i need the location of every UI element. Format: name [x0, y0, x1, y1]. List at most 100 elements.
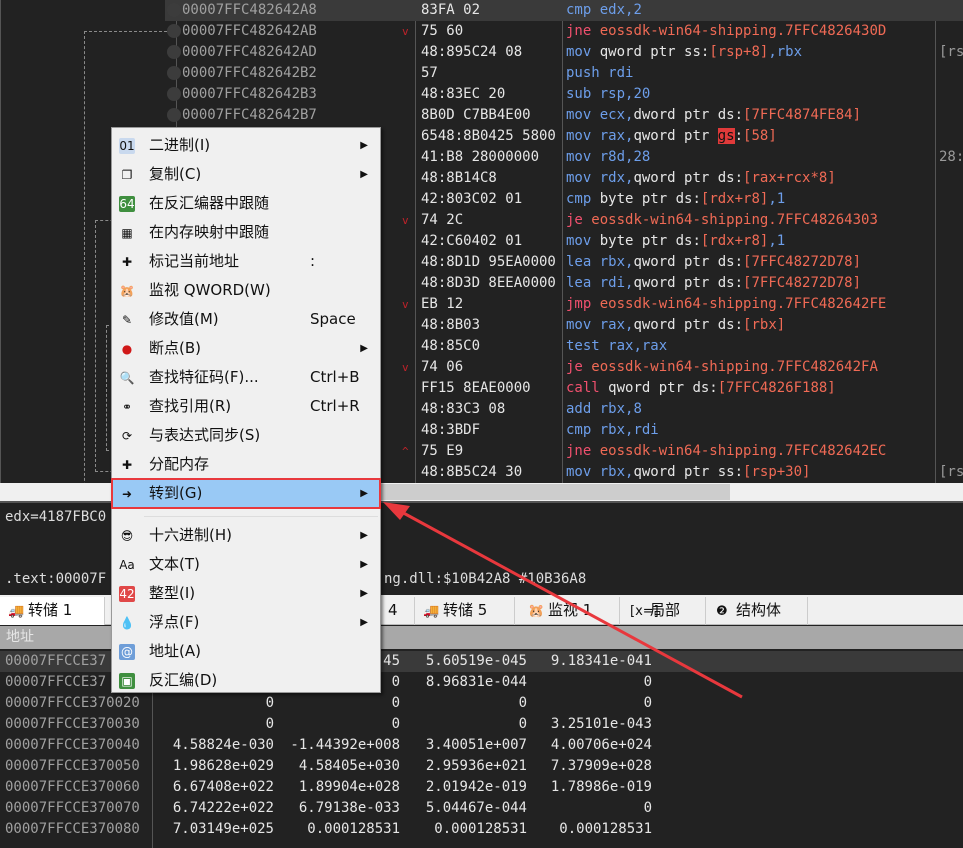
menu-item-4[interactable]: ✚ 标记当前地址:	[112, 247, 380, 276]
tab-dump-3[interactable]: 🐹 监视 1	[520, 597, 620, 625]
dump-row[interactable]: 00007FFCCE370080 7.03149e+025 0.000128531 0…	[0, 819, 963, 840]
dump-row[interactable]: 00007FFCCE370060 6.67408e+022 1.89904e+028…	[0, 777, 963, 798]
dump-row[interactable]: 00007FFCCE370040 4.58824e-030 -1.44392e+00…	[0, 735, 963, 756]
mnemonic: jne	[566, 443, 592, 459]
submenu-arrow-icon: ▶	[360, 588, 368, 599]
menu-item-2[interactable]: 64 在反汇编器中跟随	[112, 189, 380, 218]
menu-item-17[interactable]: 💧 浮点(F) ▶	[112, 608, 380, 637]
disasm-row[interactable]: 00007FFC482642B2 57 push rdi	[165, 63, 963, 84]
menu-item-label: 地址(A)	[149, 642, 201, 660]
dump-value: 6.67408e+022	[172, 779, 274, 795]
menu-item-16[interactable]: 42 整型(I) ▶	[112, 579, 380, 608]
tab-dump-0[interactable]: 🚚 转储 1	[0, 597, 105, 625]
operand: [7FFC48272D78]	[743, 275, 862, 291]
menu-item-label: 查找引用(R)	[149, 397, 232, 415]
breakpoint-bullet[interactable]	[167, 108, 181, 122]
copy-icon: ❐	[119, 167, 135, 183]
operand: rax,	[599, 128, 634, 144]
integer-icon: 42	[119, 586, 135, 602]
menu-item-10[interactable]: ⟳ 与表达式同步(S)	[112, 421, 380, 450]
menu-item-label: 分配内存	[149, 455, 210, 473]
menu-item-6[interactable]: ✎ 修改值(M) Space	[112, 305, 380, 334]
tab-label: 转储 5	[443, 601, 488, 619]
instruction-text: test rax,rax	[566, 336, 667, 357]
disasm-row[interactable]: 00007FFC482642AB v 75 60 jne eossdk-win64-s…	[165, 21, 963, 42]
instruction-text: mov qword ptr ss:[rsp+8],rbx	[566, 42, 802, 63]
instruction-text: add rbx,8	[566, 399, 642, 420]
disasm-row[interactable]: 00007FFC482642AD 48:895C24 08 mov qword pt…	[165, 42, 963, 63]
instruction-bytes: 75 60	[421, 23, 464, 39]
menu-item-label: 文本(T)	[149, 555, 200, 573]
instruction-text: mov r8d,28	[566, 147, 650, 168]
dump-row[interactable]: 00007FFCCE370020 0 0 0 0	[0, 693, 963, 714]
operand: qword ptr ds:	[633, 170, 744, 186]
cpu-icon: 64	[119, 196, 135, 212]
instruction-text: push rdi	[566, 63, 633, 84]
menu-item-8[interactable]: 🔍 查找特征码(F)... Ctrl+B	[112, 363, 380, 392]
breakpoint-bullet[interactable]	[167, 3, 181, 17]
instruction-bytes: 48:83C3 08	[421, 401, 506, 417]
dump-value: 2.95936e+021	[425, 758, 527, 774]
tab-dump-1[interactable]: 4	[380, 597, 415, 625]
mnemonic: mov	[566, 464, 592, 480]
info-line-2-right: ng.dll:$10B42A8 #10B36A8	[384, 571, 587, 587]
binary-icon: 01	[119, 138, 135, 154]
text-icon: Aa	[119, 557, 135, 573]
menu-item-18[interactable]: @ 地址(A)	[112, 637, 380, 666]
tab-dump-5[interactable]: ❷ 结构体	[708, 597, 808, 625]
operand: rbx,	[599, 254, 634, 270]
instruction-address: 00007FFC482642AD	[182, 44, 317, 60]
dump-address: 00007FFCCE370030	[5, 716, 140, 732]
disasm-row[interactable]: 00007FFC482642B7 8B0D C7BB4E00 mov ecx,dwo…	[165, 105, 963, 126]
menu-item-14[interactable]: 😎 十六进制(H) ▶	[112, 521, 380, 550]
breakpoint-bullet[interactable]	[167, 24, 181, 38]
menu-item-15[interactable]: Aa 文本(T) ▶	[112, 550, 380, 579]
menu-item-label: 浮点(F)	[149, 613, 200, 631]
disasm-row[interactable]: 00007FFC482642B3 48:83EC 20 sub rsp,20	[165, 84, 963, 105]
dump-row[interactable]: 00007FFCCE370030 0 0 0 3.25101e-043	[0, 714, 963, 735]
menu-item-1[interactable]: ❐ 复制(C) ▶	[112, 160, 380, 189]
instruction-text: mov byte ptr ds:[rdx+r8],1	[566, 231, 785, 252]
instruction-text: mov rax,qword ptr ds:[rbx]	[566, 315, 785, 336]
breakpoint-bullet[interactable]	[167, 66, 181, 80]
menu-item-label: 十六进制(H)	[149, 526, 232, 544]
instruction-address: 00007FFC482642B7	[182, 107, 317, 123]
submenu-arrow-icon: ▶	[360, 488, 368, 499]
dump-value: 0.000128531	[307, 821, 400, 837]
tab-dump-2[interactable]: 🚚 转储 5	[415, 597, 515, 625]
disasm-row[interactable]: 00007FFC482642A8 83FA 02 cmp edx,2	[165, 0, 963, 21]
operand: :	[734, 128, 744, 144]
menu-item-9[interactable]: ⚭ 查找引用(R) Ctrl+R	[112, 392, 380, 421]
menu-item-3[interactable]: ▦ 在内存映射中跟随	[112, 218, 380, 247]
operand: [7FFC4826F188]	[717, 380, 836, 396]
operand: ,1	[768, 191, 786, 207]
comment: 28:	[939, 149, 963, 165]
tab-label: 监视 1	[548, 601, 593, 619]
instruction-text: jmp eossdk-win64-shipping.7FFC482642FE	[566, 294, 886, 315]
instruction-text: je eossdk-win64-shipping.7FFC482642FA	[566, 357, 878, 378]
submenu-arrow-icon: ▶	[360, 617, 368, 628]
operand: ,rbx	[768, 44, 803, 60]
menu-item-7[interactable]: ● 断点(B) ▶	[112, 334, 380, 363]
menu-item-label: 整型(I)	[149, 584, 196, 602]
dump-row[interactable]: 00007FFCCE370050 1.98628e+029 4.58405e+030…	[0, 756, 963, 777]
menu-item-5[interactable]: 🐹 监视 QWORD(W)	[112, 276, 380, 305]
instruction-bytes: 48:895C24 08	[421, 44, 523, 60]
breakpoint-bullet[interactable]	[167, 87, 181, 101]
operand: [rsp+8]	[709, 44, 769, 60]
menu-item-shortcut: Ctrl+R	[310, 397, 360, 415]
menu-item-0[interactable]: 01 二进制(I) ▶	[112, 131, 380, 160]
operand: rax,	[599, 317, 634, 333]
breakpoint-bullet[interactable]	[167, 45, 181, 59]
submenu-arrow-icon: ▶	[360, 140, 368, 151]
tab-dump-4[interactable]: [x=]局部	[622, 597, 706, 625]
instruction-address: 00007FFC482642B3	[182, 86, 317, 102]
scrollbar-thumb[interactable]	[380, 484, 730, 500]
dump-row[interactable]: 00007FFCCE370070 6.74222e+022 6.79138e-033…	[0, 798, 963, 819]
menu-item-19[interactable]: ▣ 反汇编(D)	[112, 666, 380, 695]
menu-item-12[interactable]: ➜ 转到(G) ▶	[111, 478, 381, 509]
instruction-text: mov rax,qword ptr gs:[58]	[566, 126, 777, 147]
menu-item-11[interactable]: ✚ 分配内存	[112, 450, 380, 479]
dump-value: 0	[518, 695, 527, 711]
instruction-bytes: 48:8B03	[421, 317, 481, 333]
